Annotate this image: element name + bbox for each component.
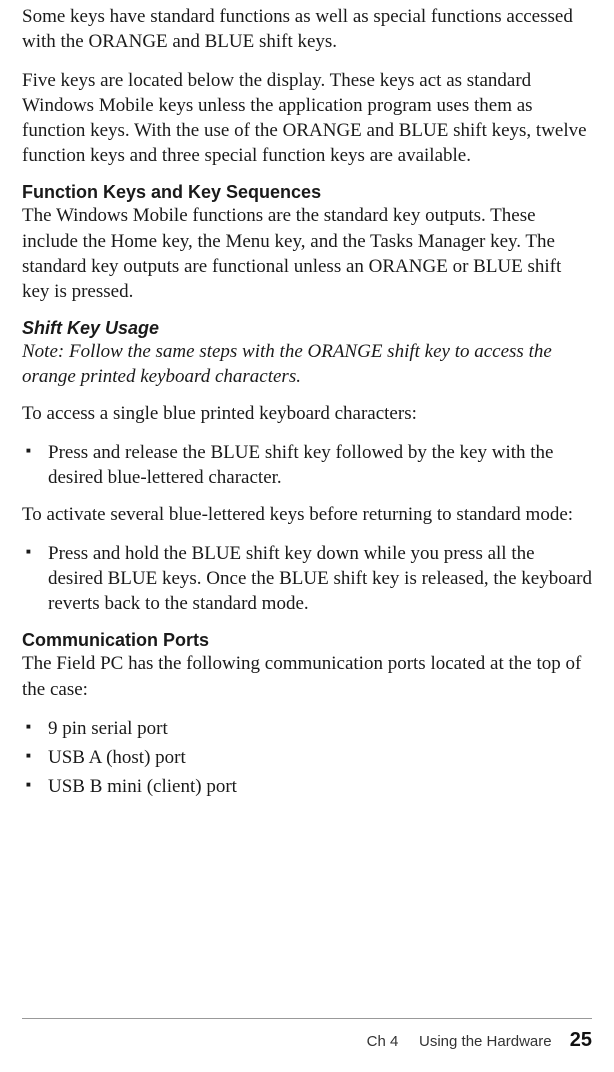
- paragraph: The Field PC has the following communica…: [22, 651, 592, 701]
- note: Note: Follow the same steps with the ORA…: [22, 339, 592, 389]
- list-item: USB A (host) port: [22, 745, 592, 770]
- list-item: 9 pin serial port: [22, 716, 592, 741]
- list-item: USB B mini (client) port: [22, 774, 592, 799]
- list-item: Press and hold the BLUE shift key down w…: [22, 541, 592, 616]
- paragraph: To access a single blue printed keyboard…: [22, 401, 592, 426]
- paragraph: Some keys have standard functions as wel…: [22, 4, 592, 54]
- heading-shift-key-usage: Shift Key Usage: [22, 318, 592, 339]
- footer-chapter-label: Ch 4: [367, 1033, 399, 1050]
- footer-separator: [405, 1033, 413, 1050]
- heading-function-keys: Function Keys and Key Sequences: [22, 182, 592, 203]
- page: Some keys have standard functions as wel…: [0, 0, 614, 1072]
- heading-communication-ports: Communication Ports: [22, 630, 592, 651]
- footer-page-number: 25: [570, 1029, 592, 1051]
- paragraph: To activate several blue-lettered keys b…: [22, 502, 592, 527]
- footer-chapter-title: Using the Hardware: [419, 1033, 552, 1050]
- page-footer: Ch 4 Using the Hardware 25: [22, 1018, 592, 1052]
- bullet-list: Press and hold the BLUE shift key down w…: [22, 541, 592, 616]
- bullet-list-ports: 9 pin serial port USB A (host) port USB …: [22, 716, 592, 799]
- paragraph: Five keys are located below the display.…: [22, 68, 592, 168]
- list-item: Press and release the BLUE shift key fol…: [22, 440, 592, 490]
- paragraph: The Windows Mobile functions are the sta…: [22, 203, 592, 303]
- bullet-list: Press and release the BLUE shift key fol…: [22, 440, 592, 490]
